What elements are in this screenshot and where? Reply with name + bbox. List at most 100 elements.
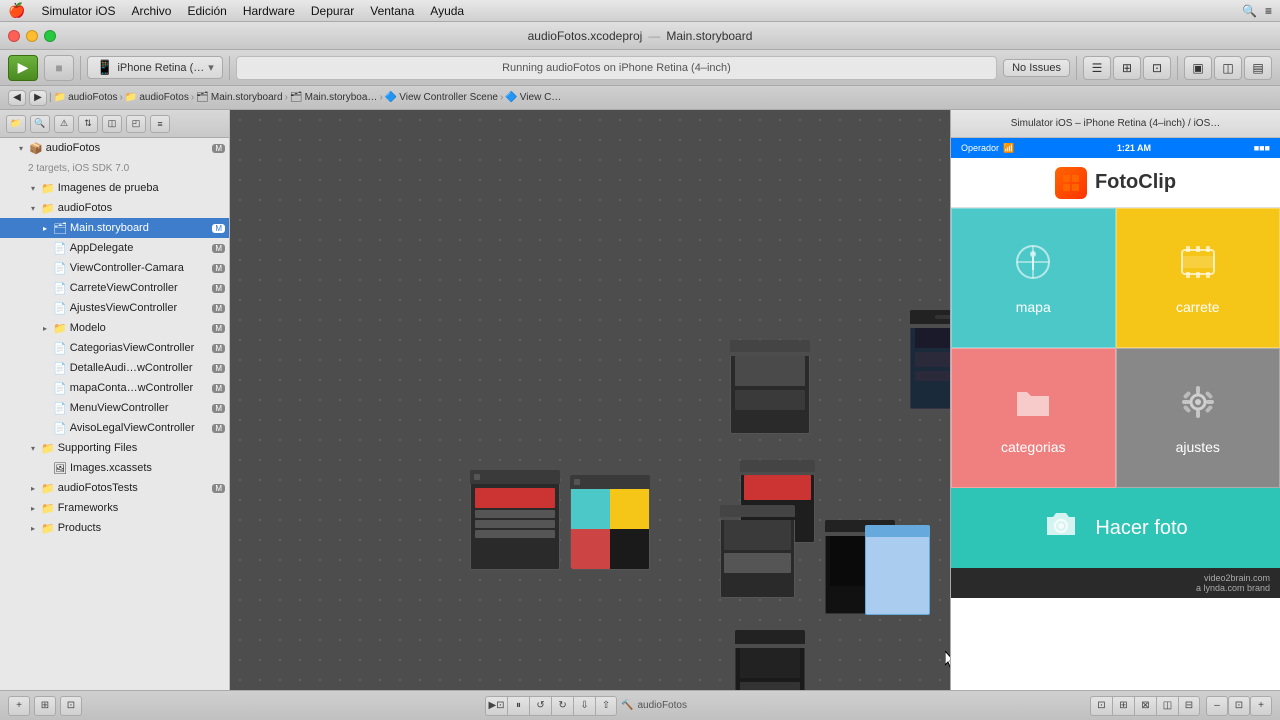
menu-simulator[interactable]: Simulator iOS [41,4,115,18]
vc-color-grid[interactable] [570,475,650,570]
sidebar-item-supporting[interactable]: ▾ 📁 Supporting Files [0,438,229,458]
maximize-button[interactable] [44,30,56,42]
last-btn[interactable]: ⊟ [1178,696,1200,716]
editor-assistant[interactable]: ⊞ [1113,56,1141,80]
device-selector[interactable]: 📱 iPhone Retina (… ▾ [87,56,223,79]
sidebar-item-appdelegate[interactable]: 📄 AppDelegate M [0,238,229,258]
view-navigator[interactable]: ▣ [1184,56,1212,80]
menu-depurar[interactable]: Depurar [311,4,354,18]
zoom-in-btn[interactable]: + [1250,696,1272,716]
stop-button[interactable]: ■ [44,55,74,81]
sidebar-item-ajustes-vc[interactable]: 📄 AjustesViewController M [0,298,229,318]
sidebar-item-mainstoryboard[interactable]: ▸ 🗂 Main.storyboard M [0,218,229,238]
bc-vc[interactable]: 🔷 View C… [505,92,561,103]
menu-ventana[interactable]: Ventana [370,4,414,18]
sidebar-item-images-xcassets[interactable]: 🖼 Images.xcassets [0,458,229,478]
sidebar-item-mapa-vc[interactable]: 📄 mapaConta…wController M [0,378,229,398]
close-button[interactable] [8,30,20,42]
sidebar-item-categorias-vc[interactable]: 📄 CategoriasViewController M [0,338,229,358]
sidebar-item-products[interactable]: ▸ 📁 Products [0,518,229,538]
sidebar-item-tests[interactable]: ▸ 📁 audioFotosTests M [0,478,229,498]
vc-center2[interactable] [720,505,795,595]
editor-standard[interactable]: ☰ [1083,56,1111,80]
menu-edicion[interactable]: Edición [187,4,226,18]
localize-btn[interactable]: ⊡ [60,696,82,716]
bc-vcscene[interactable]: 🔷 View Controller Scene [385,92,498,103]
carrete-icon [1178,242,1218,291]
menu-archivo[interactable]: Archivo [131,4,171,18]
notification-icon: ≡ [1265,4,1272,18]
sidebar-item-vc-camara[interactable]: 📄 ViewController-Camara M [0,258,229,278]
vc-bottom-small[interactable] [735,630,805,690]
sidebar-item-root[interactable]: ▾ 📦 audioFotos M [0,138,229,158]
brand-name: video2brain.com [1196,573,1270,583]
zoom-reset-btn[interactable]: ⊡ [1228,696,1250,716]
vc-top-right-dark[interactable] [910,310,950,405]
search-icon[interactable]: 🔍 [1242,4,1257,18]
zoom-out-btn[interactable]: – [1206,696,1228,716]
view-utilities[interactable]: ▤ [1244,56,1272,80]
split-btn[interactable]: ⊞ [1112,696,1134,716]
editor-mode-btn[interactable]: ▶⊡ [485,696,507,716]
sidebar-warning[interactable]: ⚠ [54,115,74,133]
fit-btn[interactable]: ⊡ [1090,696,1112,716]
sidebar: 📁 🔍 ⚠ ⇅ ◫ ◰ ≡ ▾ 📦 audioFotos M 2 targets… [0,110,230,690]
sidebar-btn5[interactable]: ◫ [102,115,122,133]
sidebar-item-frameworks[interactable]: ▸ 📁 Frameworks [0,498,229,518]
grid-cell-mapa[interactable]: mapa [951,208,1116,348]
sidebar-item-menu-vc[interactable]: 📄 MenuViewController M [0,398,229,418]
view-debug[interactable]: ◫ [1214,56,1242,80]
sidebar-item-aviso-vc[interactable]: 📄 AvisoLegalViewController M [0,418,229,438]
apple-menu[interactable]: 🍎 [8,2,25,19]
grid-btn[interactable]: ⊠ [1134,696,1156,716]
editor-version[interactable]: ⊡ [1143,56,1171,80]
fill-btn[interactable]: ◫ [1156,696,1178,716]
vc-top-center[interactable] [730,340,810,430]
sidebar-item-audiofotos-folder[interactable]: ▾ 📁 audioFotos [0,198,229,218]
step-over-btn[interactable]: ↻ [551,696,573,716]
sidebar-btn7[interactable]: ≡ [150,115,170,133]
step-out-btn[interactable]: ⇧ [595,696,617,716]
sidebar-item-carrete-vc[interactable]: 📄 CarreteViewController M [0,278,229,298]
add-file-button[interactable]: + [8,696,30,716]
simulator-statusbar: Operador 📶 1:21 AM ■■■ [951,138,1280,158]
nav-prev[interactable]: ◀ [8,90,26,106]
minimize-button[interactable] [26,30,38,42]
grid-cell-ajustes[interactable]: ajustes [1116,348,1280,488]
hacer-foto-button[interactable]: Hacer foto [951,488,1280,568]
storyboard-canvas[interactable] [230,110,950,690]
run-button[interactable]: ▶ [8,55,38,81]
source-control-btn[interactable]: ⊞ [34,696,56,716]
sidebar-filter[interactable]: ⇅ [78,115,98,133]
bc-mainstoryboard[interactable]: 🗂 Main.storyboard [196,92,282,103]
editor-area[interactable] [230,110,950,690]
sidebar-btn6[interactable]: ◰ [126,115,146,133]
bc-audifotos2[interactable]: 📁 audioFotos [125,92,189,103]
file-name: Main.storyboard [666,29,752,43]
bc-mainstoryboard2[interactable]: 🗂 Main.storyboa… [290,92,378,103]
editor-controls: ▶⊡ ⏸ ↺ ↻ ⇩ ⇧ [485,696,617,716]
titlebar: audioFotos.xcodeproj — Main.storyboard [0,22,1280,50]
vc-main-menu[interactable] [470,470,560,570]
grid-cell-carrete[interactable]: carrete [1116,208,1280,348]
pause-btn[interactable]: ⏸ [507,696,529,716]
project-name: audioFotos.xcodeproj [528,29,643,43]
categorias-icon [1013,382,1053,431]
nav-next[interactable]: ▶ [29,90,47,106]
sidebar-item-detalle-vc[interactable]: 📄 DetalleAudi…wController M [0,358,229,378]
sidebar-item-modelo[interactable]: ▸ 📁 Modelo M [0,318,229,338]
bc-audifotos1[interactable]: 📁 audioFotos [54,92,118,103]
sidebar-search[interactable]: 🔍 [30,115,50,133]
step-in-btn[interactable]: ⇩ [573,696,595,716]
sidebar-icon-btn1[interactable]: 📁 [6,115,26,133]
grid-cell-categorias[interactable]: categorias [951,348,1116,488]
app-header: FotoClip [951,158,1280,208]
menu-ayuda[interactable]: Ayuda [430,4,464,18]
app-grid[interactable]: mapa [951,208,1280,488]
menubar: 🍎 Simulator iOS Archivo Edición Hardware… [0,0,1280,22]
issues-button[interactable]: No Issues [1003,59,1070,77]
vc-right-light1[interactable] [865,525,930,615]
sidebar-item-imagenes[interactable]: ▾ 📁 Imagenes de prueba [0,178,229,198]
step-btn[interactable]: ↺ [529,696,551,716]
menu-hardware[interactable]: Hardware [243,4,295,18]
